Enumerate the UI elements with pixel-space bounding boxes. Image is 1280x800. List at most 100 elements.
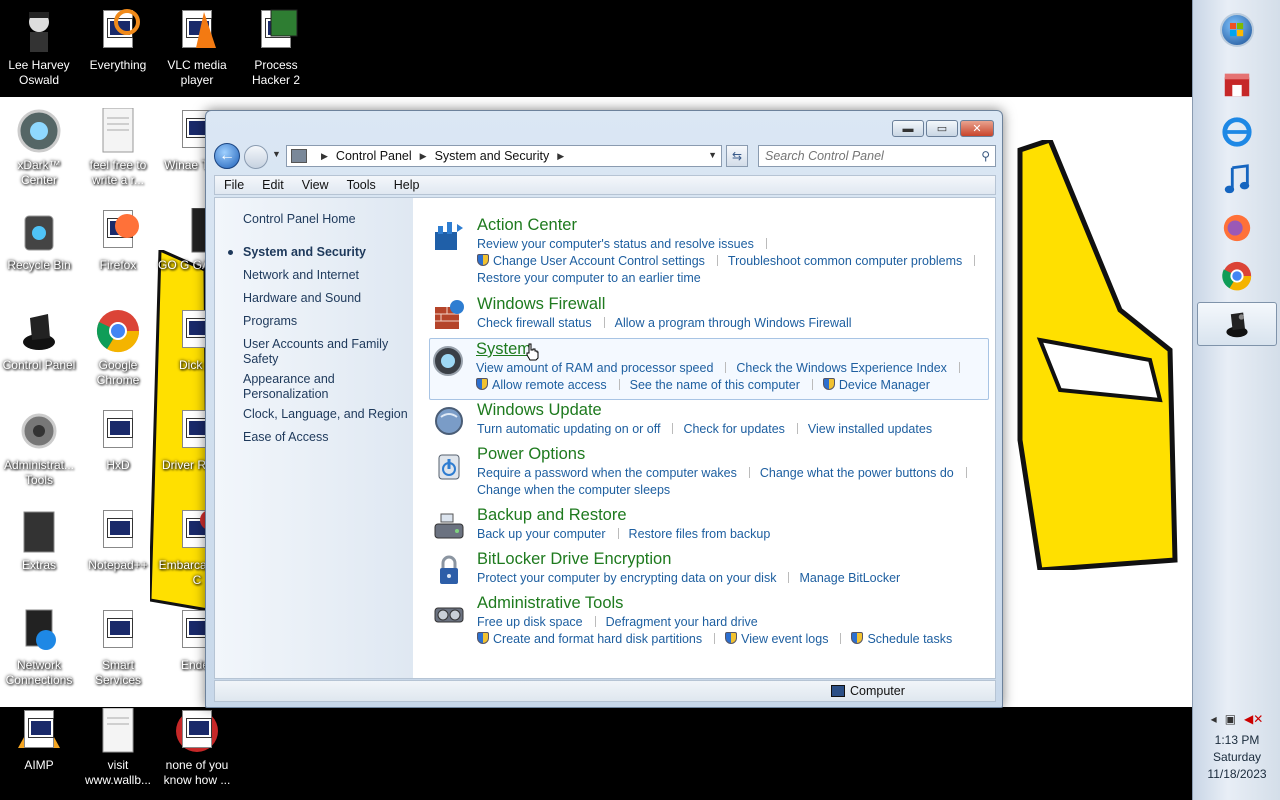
taskbar-internet-explorer[interactable] [1197,110,1277,154]
forward-button[interactable] [244,145,268,169]
taskbar-store[interactable] [1197,62,1277,106]
desktop-icon-recycle-bin[interactable]: Recycle Bin [0,208,78,273]
clock[interactable]: 1:13 PM Saturday 11/18/2023 [1193,732,1280,783]
link-review-status[interactable]: Review your computer's status and resolv… [477,237,777,251]
minimize-button[interactable]: ▬ [892,120,924,137]
category-title[interactable]: Power Options [477,445,585,464]
nav-clock-language-region[interactable]: Clock, Language, and Region [243,407,413,422]
nav-hardware-and-sound[interactable]: Hardware and Sound [243,291,413,306]
link-experience-index[interactable]: Check the Windows Experience Index [736,361,970,375]
desktop-icon-none-of-you[interactable]: none of you know how ... [158,708,236,788]
desktop-icon-admin-tools[interactable]: Administrat... Tools [0,408,78,488]
category-title[interactable]: BitLocker Drive Encryption [477,550,671,569]
link-automatic-updating[interactable]: Turn automatic updating on or off [477,422,683,436]
link-require-password[interactable]: Require a password when the computer wak… [477,466,760,480]
desktop-icon-chrome[interactable]: Google Chrome [79,308,157,388]
taskbar-control-panel[interactable] [1197,302,1277,346]
nav-system-and-security[interactable]: System and Security [243,245,413,260]
category-title[interactable]: Backup and Restore [477,506,627,525]
menu-file[interactable]: File [215,178,253,192]
menu-tools[interactable]: Tools [338,178,385,192]
desktop-icon-extras[interactable]: Extras [0,508,78,573]
show-hidden-icons-icon[interactable]: ◂ [1211,711,1217,728]
nav-user-accounts[interactable]: User Accounts and Family Safety [243,337,403,367]
search-input[interactable] [765,146,965,166]
nav-network-and-internet[interactable]: Network and Internet [243,268,413,283]
link-free-disk-space[interactable]: Free up disk space [477,615,606,629]
link-change-uac[interactable]: Change User Account Control settings [493,254,728,268]
nav-ease-of-access[interactable]: Ease of Access [243,430,413,445]
search-icon[interactable]: ⚲ [981,149,990,163]
desktop-icon-xdark[interactable]: xDark™ Center [0,108,78,188]
recent-pages-dropdown[interactable]: ▼ [272,149,281,159]
link-allow-program[interactable]: Allow a program through Windows Firewall [615,316,852,330]
link-installed-updates[interactable]: View installed updates [808,422,932,436]
link-back-up[interactable]: Back up your computer [477,527,629,541]
volume-muted-icon[interactable]: ◀✕ [1244,711,1263,728]
start-button[interactable] [1197,8,1277,52]
address-bar[interactable]: ▶ Control Panel ▶ System and Security ▶ … [286,145,722,167]
link-check-firewall[interactable]: Check firewall status [477,316,615,330]
maximize-button[interactable]: ▭ [926,120,958,137]
category-action-center: Action Center Review your computer's sta… [431,216,991,286]
taskbar-music[interactable] [1197,158,1277,202]
link-manage-bitlocker[interactable]: Manage BitLocker [799,571,900,585]
desktop-icon-network[interactable]: Network Connections [0,608,78,688]
nav-control-panel-home[interactable]: Control Panel Home [243,212,413,227]
link-defragment[interactable]: Defragment your hard drive [606,615,758,629]
category-title[interactable]: Action Center [477,216,577,235]
menu-edit[interactable]: Edit [253,178,293,192]
desktop-icon-smart-services[interactable]: Smart Services [79,608,157,688]
link-restore-computer[interactable]: Restore your computer to an earlier time [477,271,701,285]
link-restore-files[interactable]: Restore files from backup [629,527,771,541]
desktop-icon-vlc[interactable]: VLC media player [158,8,236,88]
category-title[interactable]: System [476,340,531,359]
breadcrumb-control-panel[interactable]: Control Panel [336,149,412,163]
back-button[interactable]: ← [214,143,240,169]
menu-view[interactable]: View [293,178,338,192]
link-troubleshoot[interactable]: Troubleshoot common computer problems [728,254,985,268]
breadcrumb-chevron-icon[interactable]: ▶ [420,151,427,162]
desktop-icon-aimp[interactable]: AIMP [0,708,78,773]
category-title[interactable]: Windows Firewall [477,295,605,314]
desktop-icon-firefox[interactable]: Firefox [79,208,157,273]
breadcrumb-chevron-icon[interactable]: ▶ [557,151,564,162]
desktop-icon-process-hacker[interactable]: Process Hacker 2 [237,8,315,88]
link-protect-computer[interactable]: Protect your computer by encrypting data… [477,571,799,585]
category-title[interactable]: Windows Update [477,401,602,420]
desktop-icon-everything[interactable]: Everything [79,8,157,73]
folder-icon [16,508,62,554]
link-view-ram[interactable]: View amount of RAM and processor speed [476,361,736,375]
taskbar-firefox[interactable] [1197,206,1277,250]
link-event-logs[interactable]: View event logs [741,632,851,646]
nav-appearance[interactable]: Appearance and Personalization [243,372,363,402]
taskbar: ◂ ▣ ◀✕ 1:13 PM Saturday 11/18/2023 [1192,0,1280,800]
address-dropdown-icon[interactable]: ▼ [708,150,717,160]
close-button[interactable]: ✕ [960,120,994,137]
desktop-icon-notepad-plus[interactable]: Notepad++ [79,508,157,573]
desktop-icon-hxd[interactable]: HxD [79,408,157,473]
link-allow-remote[interactable]: Allow remote access [492,378,630,392]
breadcrumb-system-and-security[interactable]: System and Security [435,149,550,163]
refresh-button[interactable]: ⇆ [726,145,748,167]
desktop-icon-control-panel[interactable]: Control Panel [0,308,78,373]
menu-help[interactable]: Help [385,178,429,192]
link-power-buttons[interactable]: Change what the power buttons do [760,466,977,480]
link-computer-name[interactable]: See the name of this computer [630,378,823,392]
link-device-manager[interactable]: Device Manager [839,378,930,392]
desktop-icon-lee-harvey-oswald[interactable]: Lee Harvey Oswald [0,8,78,88]
desktop-icon-visit[interactable]: visit www.wallb... [79,707,157,788]
chrome-icon [95,308,141,354]
window-controls: ▬ ▭ ✕ [892,120,994,137]
desktop-icon-text-file[interactable]: feel free to write a r... [79,107,157,188]
taskbar-chrome[interactable] [1197,254,1277,298]
link-schedule-tasks[interactable]: Schedule tasks [867,632,952,646]
link-check-updates[interactable]: Check for updates [683,422,807,436]
search-box[interactable]: ⚲ [758,145,996,167]
category-title[interactable]: Administrative Tools [477,594,623,613]
link-computer-sleeps[interactable]: Change when the computer sleeps [477,483,670,497]
nav-programs[interactable]: Programs [243,314,413,329]
network-status-icon[interactable]: ▣ [1225,711,1236,728]
link-disk-partitions[interactable]: Create and format hard disk partitions [493,632,725,646]
breadcrumb-chevron-icon[interactable]: ▶ [321,151,328,162]
